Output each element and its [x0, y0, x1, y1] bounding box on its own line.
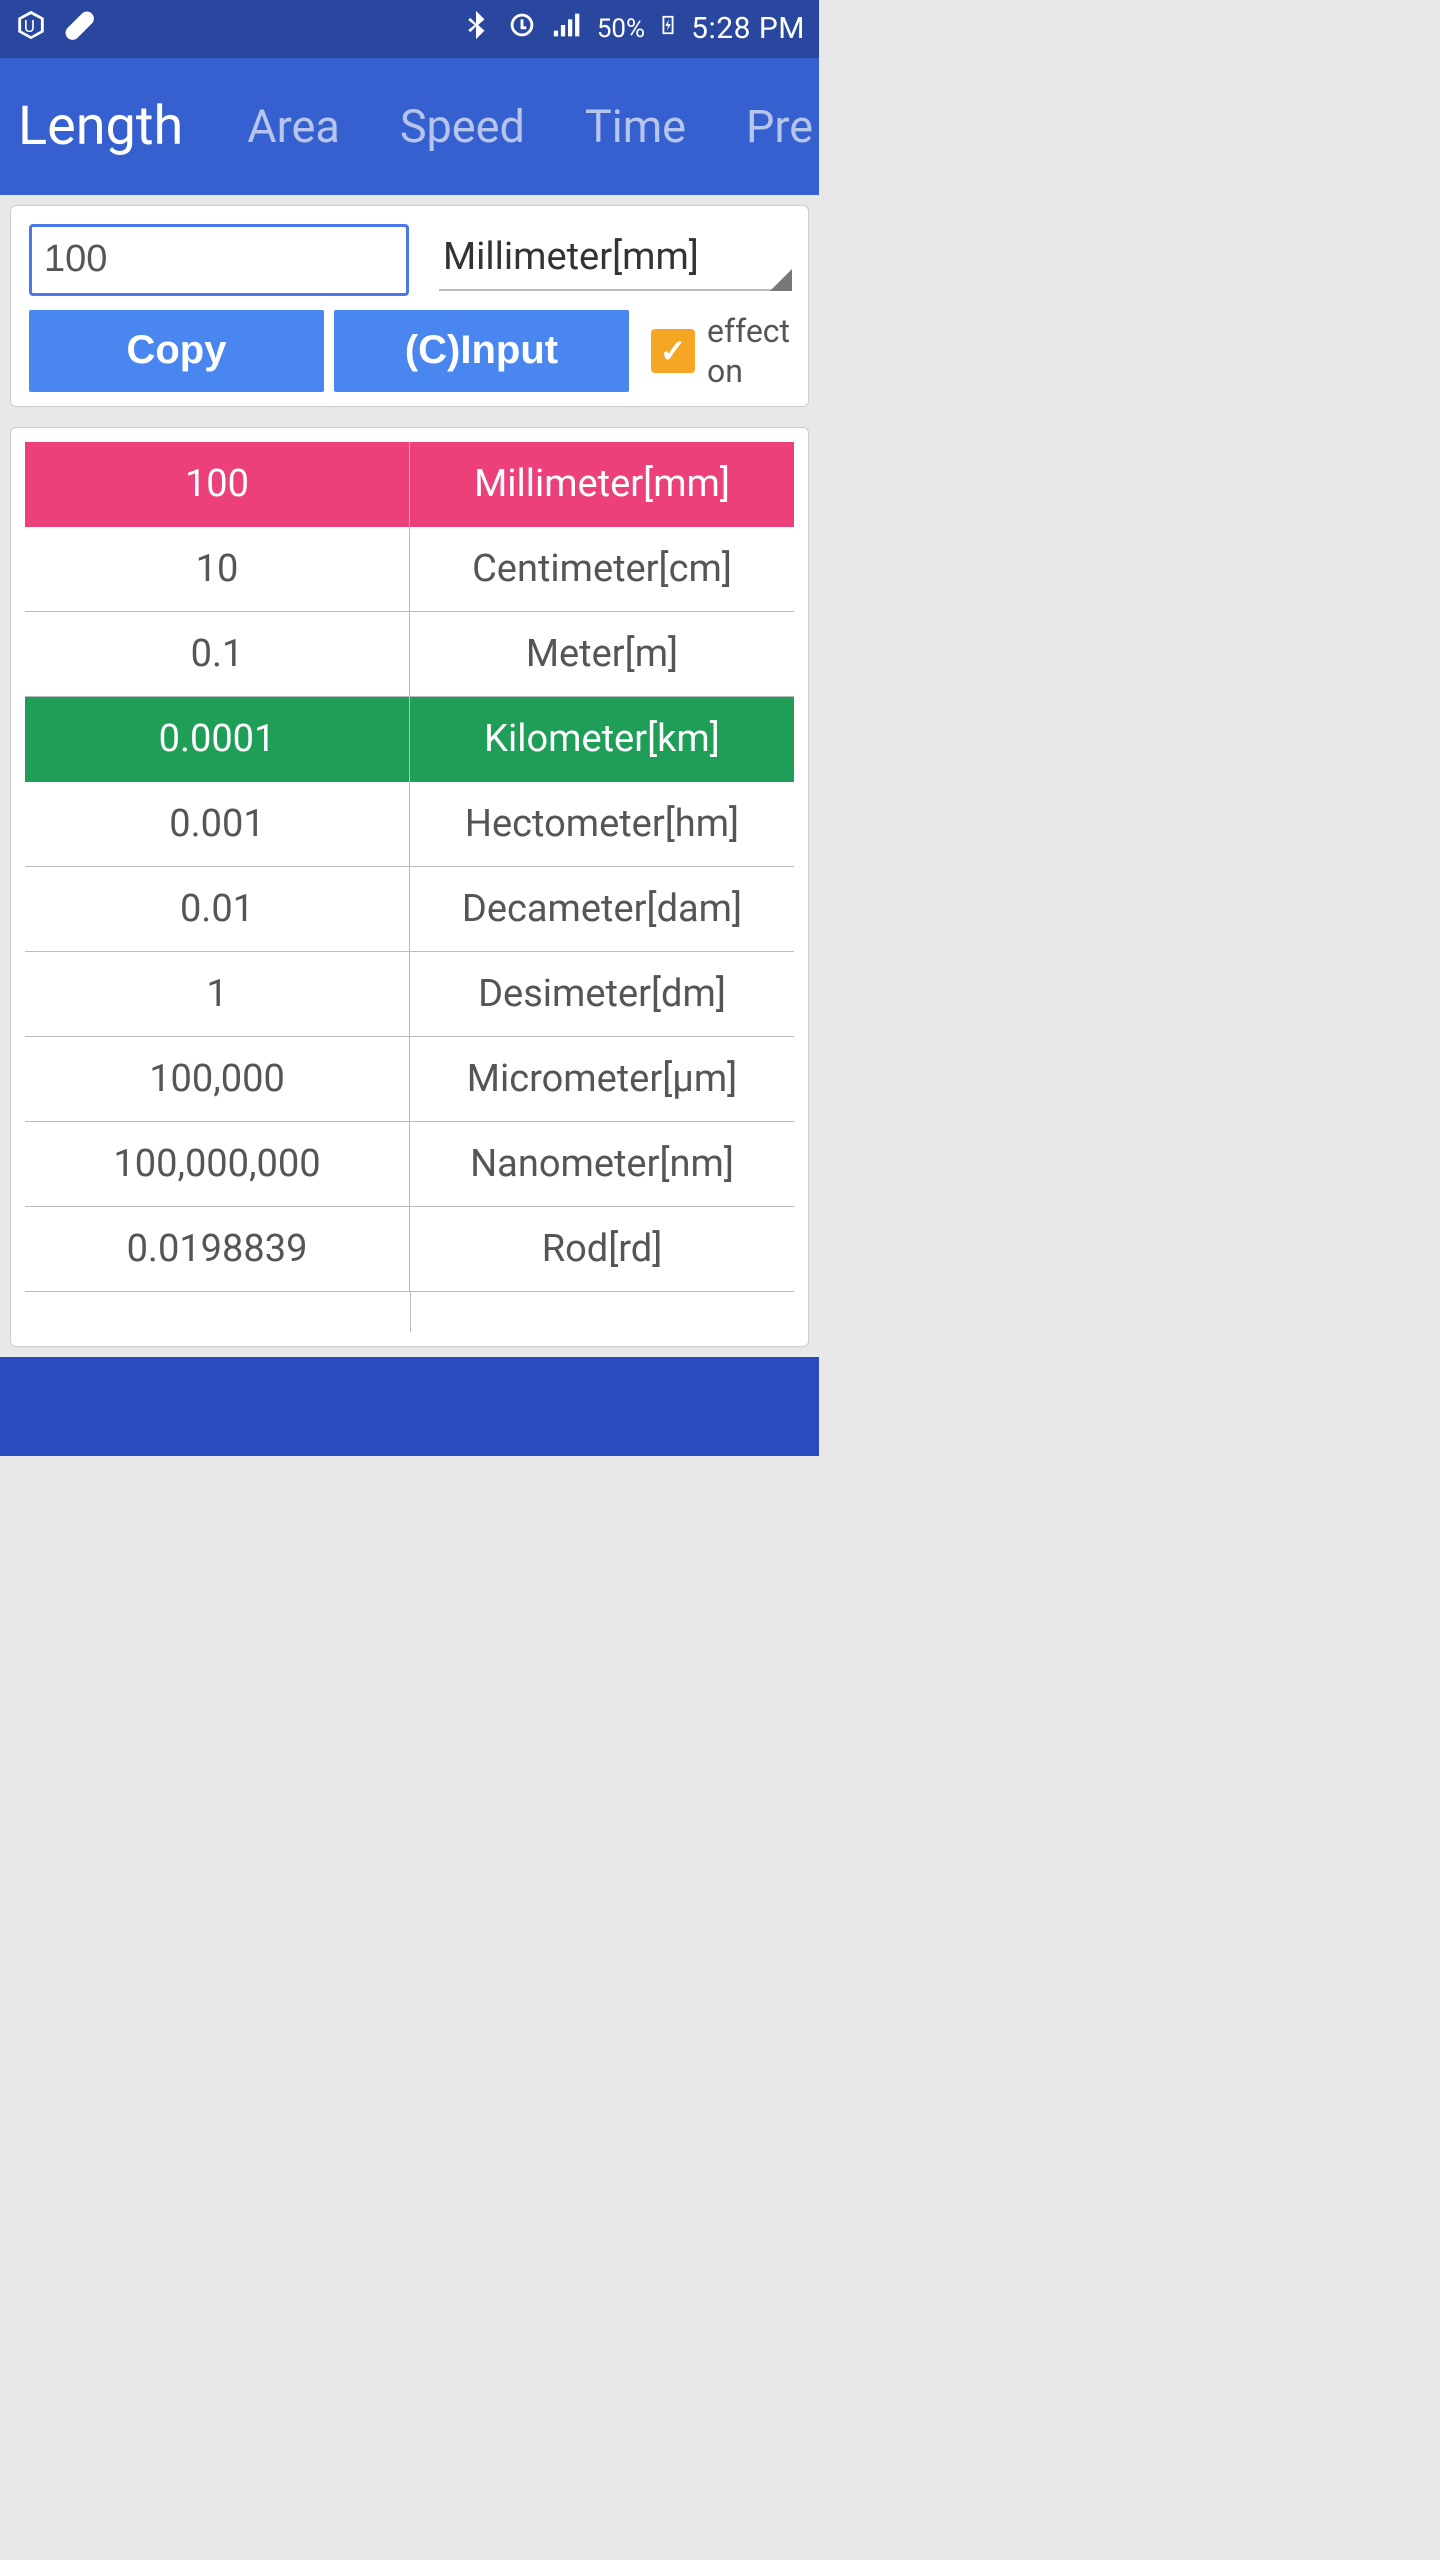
result-row[interactable]: 100Millimeter[mm] [25, 442, 794, 527]
result-row[interactable]: 0.0198839Rod[rd] [25, 1207, 794, 1292]
status-bar: U 50% 5:28 PM [0, 0, 819, 58]
result-unit: Hectometer[hm] [410, 782, 794, 867]
result-unit: Millimeter[mm] [410, 442, 794, 527]
tab-area[interactable]: Area [217, 100, 370, 153]
status-right: 50% 5:28 PM [459, 8, 805, 49]
result-unit: Kilometer[km] [410, 697, 794, 782]
table-tail-divider [25, 1292, 794, 1332]
result-value: 0.0198839 [25, 1207, 410, 1292]
dropdown-caret-icon [770, 269, 792, 291]
results-table: 100Millimeter[mm]10Centimeter[cm]0.1Mete… [25, 442, 794, 1292]
unit-select-label: Millimeter[mm] [443, 235, 699, 279]
tab-pre[interactable]: Pre [716, 100, 819, 153]
result-value: 0.1 [25, 612, 410, 697]
result-row[interactable]: 0.1Meter[m] [25, 612, 794, 697]
battery-percent: 50% [597, 14, 645, 44]
clock-time: 5:28 PM [691, 11, 805, 46]
result-unit: Centimeter[cm] [410, 527, 794, 612]
result-unit: Micrometer[µm] [410, 1037, 794, 1122]
checkbox-checked-icon: ✓ [651, 329, 695, 373]
unit-select[interactable]: Millimeter[mm] [439, 229, 790, 291]
result-row[interactable]: 0.01Decameter[dam] [25, 867, 794, 952]
alarm-icon [505, 8, 539, 49]
result-row[interactable]: 0.0001Kilometer[km] [25, 697, 794, 782]
result-value: 10 [25, 527, 410, 612]
results-card: 100Millimeter[mm]10Centimeter[cm]0.1Mete… [10, 427, 809, 1347]
tab-length[interactable]: Length [18, 95, 217, 158]
result-value: 100,000 [25, 1037, 410, 1122]
result-value: 0.001 [25, 782, 410, 867]
app-icon: U [14, 8, 48, 49]
effect-toggle[interactable]: ✓ effect on [639, 311, 790, 391]
result-unit: Nanometer[nm] [410, 1122, 794, 1207]
result-unit: Rod[rd] [410, 1207, 794, 1292]
result-unit: Desimeter[dm] [410, 952, 794, 1037]
result-row[interactable]: 100,000Micrometer[µm] [25, 1037, 794, 1122]
effect-label: effect on [707, 311, 790, 391]
bottom-bar [0, 1357, 819, 1456]
result-row[interactable]: 1Desimeter[dm] [25, 952, 794, 1037]
pill-icon [62, 8, 96, 49]
result-unit: Decameter[dam] [410, 867, 794, 952]
svg-text:U: U [24, 17, 35, 37]
result-unit: Meter[m] [410, 612, 794, 697]
status-left: U [14, 8, 96, 49]
tab-time[interactable]: Time [555, 100, 716, 153]
result-row[interactable]: 0.001Hectometer[hm] [25, 782, 794, 867]
category-tabs: LengthAreaSpeedTimePre [0, 58, 819, 195]
result-row[interactable]: 10Centimeter[cm] [25, 527, 794, 612]
result-value: 100 [25, 442, 410, 527]
value-input[interactable] [29, 224, 409, 296]
cinput-button[interactable]: (C)Input [334, 310, 629, 392]
result-value: 0.0001 [25, 697, 410, 782]
result-row[interactable]: 100,000,000Nanometer[nm] [25, 1122, 794, 1207]
signal-icon [551, 8, 585, 49]
input-card: Millimeter[mm] Copy (C)Input ✓ effect on [10, 205, 809, 407]
result-value: 100,000,000 [25, 1122, 410, 1207]
result-value: 1 [25, 952, 410, 1037]
battery-charging-icon [657, 8, 679, 49]
tab-speed[interactable]: Speed [370, 100, 555, 153]
result-value: 0.01 [25, 867, 410, 952]
copy-button[interactable]: Copy [29, 310, 324, 392]
bluetooth-icon [459, 8, 493, 49]
